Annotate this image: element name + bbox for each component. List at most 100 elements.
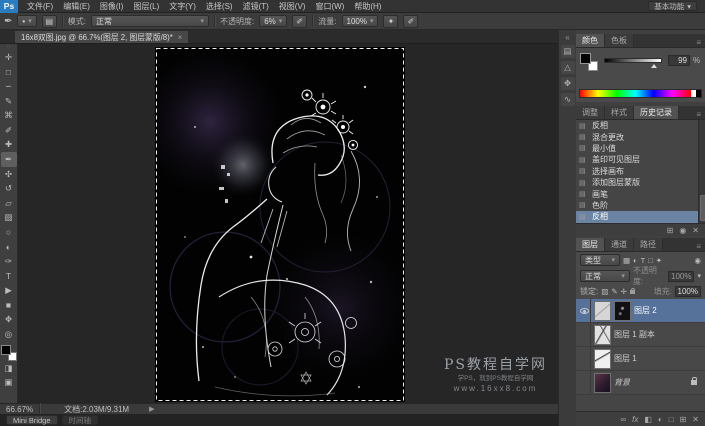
tool-path-selection[interactable]: ▶ (1, 284, 17, 299)
tool-rectangular-marquee[interactable]: □ (1, 65, 17, 80)
layer-mask-thumbnail[interactable] (594, 301, 611, 321)
filter-smart-object-icon[interactable]: ✦ (656, 256, 662, 265)
history-scrollbar[interactable] (698, 120, 705, 223)
tool-crop[interactable]: ⌘ (1, 108, 17, 123)
visibility-cell[interactable] (578, 371, 591, 394)
layer-name[interactable]: 背景 (614, 377, 630, 388)
foreground-background-swatches[interactable] (1, 345, 17, 361)
tool-pen[interactable]: ✑ (1, 254, 17, 269)
layer-blend-mode-select[interactable]: 正常 ▾ (580, 270, 630, 282)
screen-mode-button[interactable]: ▣ (1, 375, 17, 390)
history-state[interactable]: ▤添加图层蒙版 (576, 177, 698, 188)
new-document-from-state-icon[interactable]: ⊞ (667, 226, 674, 235)
layer-row-layer2[interactable]: 图层 2 (576, 299, 705, 323)
menu-file[interactable]: 文件(F) (22, 1, 58, 12)
black-chip[interactable] (696, 90, 701, 97)
tool-clone-stamp[interactable]: ✣ (1, 167, 17, 182)
tab-adjustments[interactable]: 调整 (576, 106, 605, 119)
tool-zoom[interactable]: ◎ (1, 327, 17, 342)
tool-move[interactable]: ✛ (1, 50, 17, 65)
layer-name[interactable]: 图层 1 副本 (614, 329, 655, 340)
tool-brush[interactable]: ✒ (1, 152, 17, 167)
delete-layer-icon[interactable]: ✕ (692, 415, 699, 424)
layer-style-icon[interactable]: fx (632, 415, 638, 424)
menu-image[interactable]: 图像(I) (95, 1, 129, 12)
menu-view[interactable]: 视图(V) (274, 1, 311, 12)
history-state[interactable]: ▤选择画布 (576, 166, 698, 177)
history-state[interactable]: ▤盖印可见图层 (576, 154, 698, 165)
tab-channels[interactable]: 通道 (605, 238, 634, 251)
curves-panel-icon[interactable]: ∿ (561, 93, 575, 106)
history-state[interactable]: ▤画笔 (576, 188, 698, 199)
history-state[interactable]: ▤最小值 (576, 143, 698, 154)
tab-color[interactable]: 颜色 (576, 34, 605, 47)
menu-select[interactable]: 选择(S) (201, 1, 238, 12)
properties-panel-icon[interactable]: ▤ (561, 45, 575, 58)
close-icon[interactable]: × (178, 33, 183, 42)
history-state[interactable]: ▤混合更改 (576, 131, 698, 142)
menu-window[interactable]: 窗口(W) (310, 1, 349, 12)
new-snapshot-icon[interactable]: ◉ (679, 226, 686, 235)
color-swatch-pair[interactable] (580, 53, 598, 71)
filter-type-layers-icon[interactable]: T (641, 256, 646, 265)
document-tab[interactable]: 16x8双图.jpg @ 66.7%(图层 2, 图层蒙版/8)* × (14, 30, 189, 43)
layer-filter-kind-select[interactable]: 类型 ▾ (580, 254, 620, 266)
layer-fill-field[interactable]: 100% (675, 286, 701, 297)
tool-spot-healing[interactable]: ✚ (1, 138, 17, 153)
tool-shape[interactable]: ■ (1, 298, 17, 313)
filter-adjustment-layers-icon[interactable]: ◐ (633, 256, 638, 265)
layer-thumbnail[interactable] (594, 373, 611, 393)
layer-thumbnail[interactable] (594, 349, 611, 369)
tool-dodge[interactable]: ◐ (1, 240, 17, 255)
menu-help[interactable]: 帮助(H) (349, 1, 386, 12)
tool-type[interactable]: T (1, 269, 17, 284)
menu-edit[interactable]: 编辑(E) (58, 1, 95, 12)
visibility-cell[interactable] (578, 347, 591, 370)
brush-preset-picker[interactable]: • ▾ (17, 15, 36, 27)
tab-history[interactable]: 历史记录 (634, 106, 679, 119)
layer-row-background[interactable]: 背景 (576, 371, 705, 395)
tool-hand[interactable]: ✥ (1, 313, 17, 328)
tool-eraser[interactable]: ▱ (1, 196, 17, 211)
visibility-cell[interactable] (578, 299, 591, 322)
layer-opacity-field[interactable]: 100% (668, 271, 694, 282)
opacity-select[interactable]: 6% ▾ (259, 15, 287, 27)
color-spectrum-ramp[interactable] (579, 89, 702, 98)
flow-select[interactable]: 100% ▾ (342, 15, 379, 27)
airbrush-button[interactable]: ✦ (383, 15, 398, 28)
pressure-size-button[interactable]: ✐ (403, 15, 418, 28)
tab-paths[interactable]: 路径 (634, 238, 663, 251)
panel-menu-icon[interactable]: ≡ (696, 242, 705, 251)
tool-history-brush[interactable]: ↺ (1, 181, 17, 196)
delete-state-icon[interactable]: ✕ (692, 226, 699, 235)
tab-swatches[interactable]: 色板 (605, 34, 634, 47)
add-layer-mask-icon[interactable]: ◧ (644, 415, 652, 424)
tool-eyedropper[interactable]: ✐ (1, 123, 17, 138)
foreground-swatch[interactable] (580, 53, 591, 64)
layer-thumbnail[interactable] (594, 325, 611, 345)
tool-blur[interactable]: ○ (1, 225, 17, 240)
menu-type[interactable]: 文字(Y) (164, 1, 201, 12)
layer-row-layer1[interactable]: 图层 1 (576, 347, 705, 371)
quick-mask-button[interactable]: ◨ (1, 361, 17, 376)
grayscale-slider[interactable] (604, 58, 662, 63)
new-layer-icon[interactable]: ⊞ (680, 415, 687, 424)
menu-filter[interactable]: 滤镜(T) (238, 1, 274, 12)
lock-transparency-icon[interactable]: ▨ (601, 287, 608, 296)
filter-pixel-layers-icon[interactable]: ▦ (623, 256, 630, 265)
layer-row-layer1-copy[interactable]: 图层 1 副本 (576, 323, 705, 347)
link-layers-icon[interactable]: ∞ (620, 415, 626, 424)
layer-name[interactable]: 图层 2 (634, 305, 657, 316)
zoom-level-field[interactable]: 66.67% (6, 405, 33, 414)
visibility-cell[interactable] (578, 323, 591, 346)
history-state[interactable]: ▤色阶 (576, 200, 698, 211)
mini-bridge-button[interactable]: Mini Bridge (6, 415, 58, 425)
status-options-arrow-icon[interactable]: ▶ (149, 405, 154, 413)
panel-menu-icon[interactable]: ≡ (696, 38, 705, 47)
filter-shape-layers-icon[interactable]: □ (648, 256, 653, 265)
panel-menu-icon[interactable]: ≡ (696, 110, 705, 119)
tool-lasso[interactable]: ∽ (1, 79, 17, 94)
layer-name[interactable]: 图层 1 (614, 353, 637, 364)
tab-styles[interactable]: 样式 (605, 106, 634, 119)
lock-pixels-icon[interactable]: ✎ (611, 287, 617, 296)
